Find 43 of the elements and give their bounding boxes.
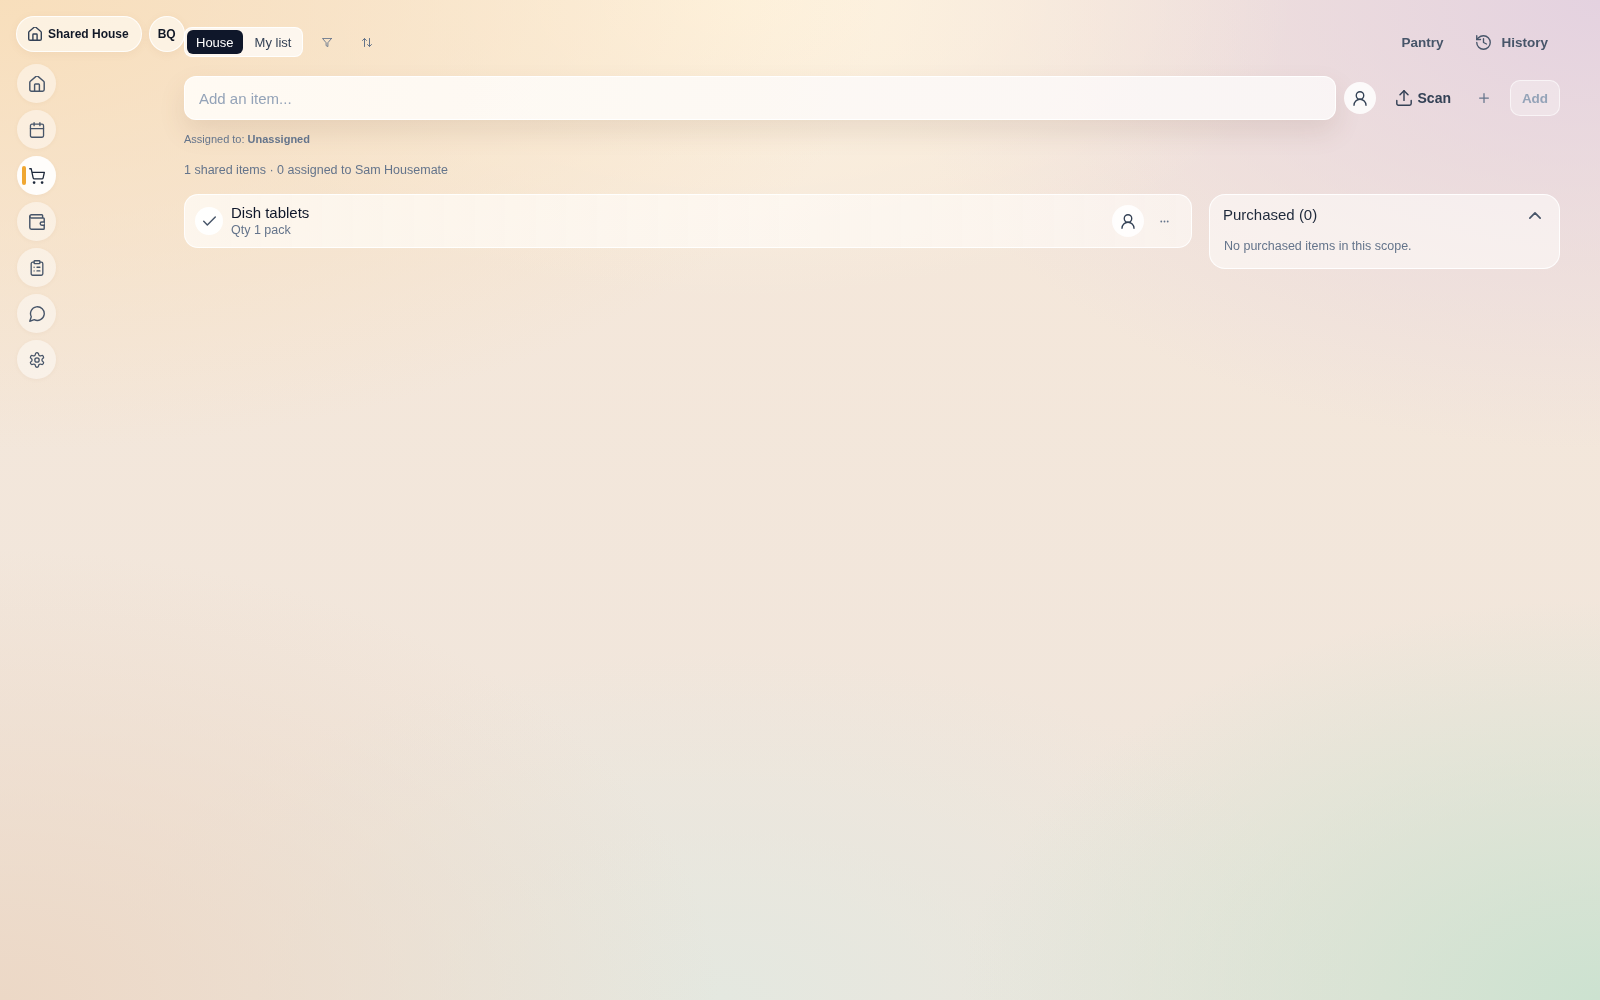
house-icon [28, 27, 42, 41]
household-switcher[interactable]: Shared House [16, 16, 142, 52]
clipboard-icon [28, 259, 45, 276]
summary-text: 1 shared items · 0 assigned to Sam Housemate [184, 162, 450, 178]
pantry-button[interactable]: Pantry [1389, 26, 1456, 58]
item-name: Dish tablets [231, 204, 311, 222]
cart-icon [28, 167, 45, 184]
nav-button[interactable] [17, 294, 56, 333]
sort-icon [362, 37, 373, 47]
scan-button[interactable]: Scan [1384, 82, 1462, 114]
home-icon [28, 75, 45, 92]
check-icon [202, 216, 216, 226]
mark-purchased-button[interactable] [195, 207, 223, 235]
plus-icon [1479, 93, 1489, 103]
active-indicator [22, 166, 26, 185]
calendar-icon [28, 121, 45, 138]
chat-bubble-icon [28, 305, 45, 322]
wallet-icon [28, 213, 45, 230]
user-avatar[interactable]: BQ [148, 16, 185, 52]
settings-icon [28, 351, 45, 368]
assign-button[interactable] [1112, 205, 1144, 237]
filter-icon [322, 37, 333, 47]
upload-icon [1395, 90, 1412, 106]
nav-button[interactable] [17, 248, 56, 287]
assign-button[interactable] [1343, 82, 1376, 114]
add-item-input[interactable]: Add an item... [184, 76, 1336, 120]
purchased-title: Purchased (0) [1223, 206, 1318, 224]
nav-button[interactable] [17, 110, 56, 149]
nav-button[interactable] [17, 64, 56, 103]
history-button[interactable]: History [1464, 26, 1560, 58]
chevron-up-icon [1529, 211, 1541, 219]
nav-button[interactable] [17, 156, 56, 195]
item-quantity: Qty 1 pack [231, 222, 292, 238]
person-icon [1121, 213, 1135, 229]
scope-tab[interactable]: House [187, 30, 243, 54]
nav-button[interactable] [17, 340, 56, 379]
assigned-to-text: Assigned to: Unassigned [184, 132, 311, 146]
history-icon [1476, 34, 1492, 50]
scope-tab[interactable]: My list [245, 30, 301, 54]
empty-message: No purchased items in this scope. [1223, 238, 1413, 254]
more-icon [1159, 219, 1169, 223]
person-icon [1352, 90, 1367, 106]
nav-button[interactable] [17, 202, 56, 241]
